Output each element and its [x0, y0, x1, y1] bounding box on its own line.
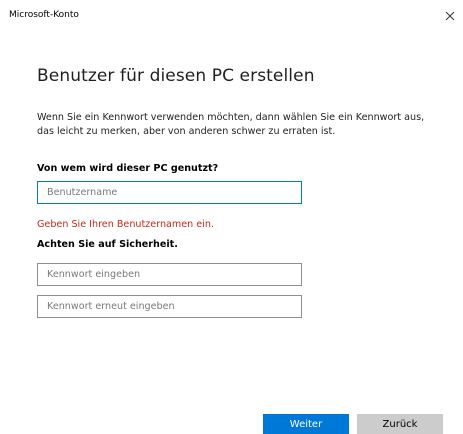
username-error-message: Geben Sie Ihren Benutzernamen ein.	[37, 219, 214, 230]
account-dialog: Microsoft-Konto Benutzer für diesen PC e…	[0, 0, 463, 434]
password-confirm-field[interactable]	[37, 295, 302, 318]
window-title: Microsoft-Konto	[9, 10, 79, 20]
page-description: Wenn Sie ein Kennwort verwenden möchten,…	[37, 112, 425, 137]
security-section-label: Achten Sie auf Sicherheit.	[37, 239, 178, 250]
page-title: Benutzer für diesen PC erstellen	[37, 66, 315, 86]
user-section-label: Von wem wird dieser PC genutzt?	[37, 163, 219, 174]
password-field[interactable]	[37, 263, 302, 286]
close-button[interactable]	[439, 6, 461, 26]
title-bar: Microsoft-Konto	[0, 0, 463, 30]
username-field[interactable]	[37, 181, 302, 204]
next-button[interactable]: Weiter	[263, 414, 349, 434]
back-button[interactable]: Zurück	[357, 414, 443, 434]
close-icon	[445, 11, 455, 21]
